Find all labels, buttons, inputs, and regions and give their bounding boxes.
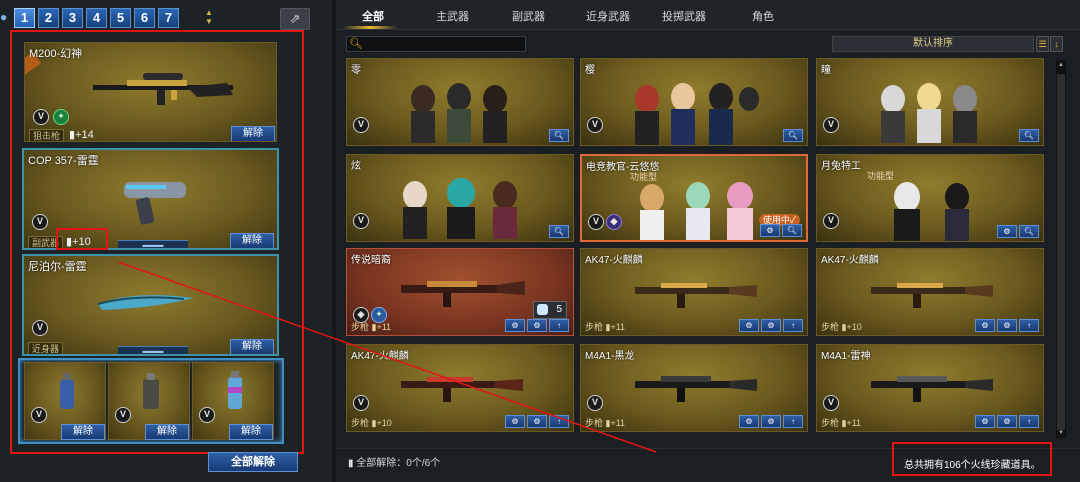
- annotation-arrow-line: [117, 261, 657, 453]
